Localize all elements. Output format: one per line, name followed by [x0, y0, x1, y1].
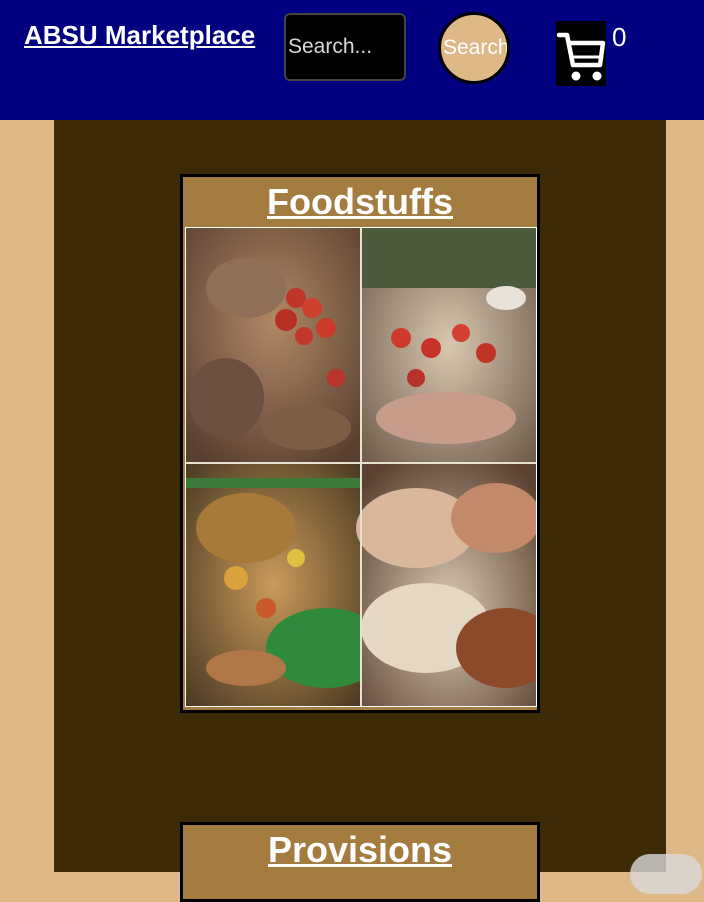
- category-card-foodstuffs[interactable]: Foodstuffs: [180, 174, 540, 713]
- shopping-cart-icon: [556, 32, 606, 81]
- site-header: ABSU Marketplace Search 0: [0, 0, 704, 120]
- cart-count: 0: [612, 22, 627, 52]
- search-input[interactable]: [284, 13, 406, 81]
- category-title-foodstuffs[interactable]: Foodstuffs: [183, 181, 537, 223]
- category-card-provisions[interactable]: Provisions: [180, 822, 540, 902]
- chat-widget-button[interactable]: [630, 854, 702, 894]
- cart-button[interactable]: [556, 21, 606, 86]
- foodstuffs-image[interactable]: [185, 227, 537, 707]
- market-photo: [186, 228, 536, 706]
- category-title-provisions[interactable]: Provisions: [183, 829, 537, 871]
- search-button[interactable]: Search: [438, 12, 510, 84]
- site-brand-link[interactable]: ABSU Marketplace: [24, 20, 255, 51]
